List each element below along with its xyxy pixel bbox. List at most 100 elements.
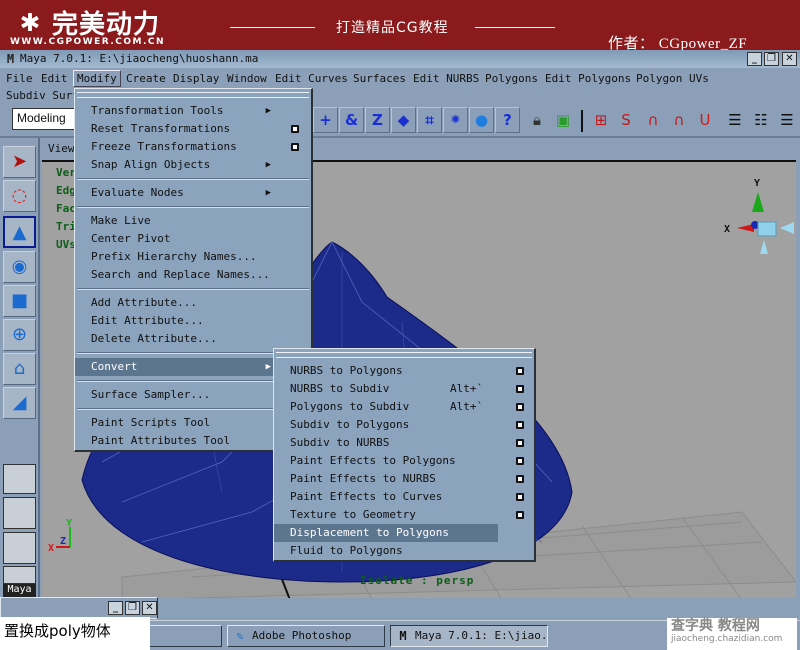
modify-menu-item[interactable]: Edit Attribute... (75, 312, 311, 330)
option-box-icon[interactable] (516, 457, 524, 465)
modify-menu-item[interactable]: Transformation Tools ▶ (75, 102, 311, 120)
menu-item-label: Fluid to Polygons (290, 544, 403, 557)
logo-url: WWW.CGPOWER.COM.CN (10, 37, 166, 47)
single-view-layout-button[interactable] (3, 464, 36, 494)
channel-box-icon[interactable]: ☰ (724, 109, 746, 131)
menu-create[interactable]: Create (123, 71, 169, 86)
convert-menu-item[interactable]: Subdiv to Polygons (274, 416, 534, 434)
snap-grid-icon[interactable]: ⌗ (417, 107, 442, 133)
panel-menu-view[interactable]: View (48, 142, 75, 155)
magnet-grid-icon[interactable]: ⊞ (590, 109, 612, 131)
show-manipulator-icon[interactable]: ◢ (3, 387, 36, 419)
option-box-icon[interactable] (516, 385, 524, 393)
option-box-icon[interactable] (516, 475, 524, 483)
tear-off-handle[interactable] (276, 352, 532, 358)
lock-icon[interactable]: 🔒︎ (526, 109, 548, 131)
snap-curve-icon[interactable]: & (339, 107, 364, 133)
modify-menu-item[interactable]: Delete Attribute... (75, 330, 311, 348)
option-box-icon[interactable] (516, 493, 524, 501)
plus-icon[interactable]: + (313, 107, 338, 133)
menu-subdiv-surfaces[interactable]: Subdiv Surf (3, 88, 82, 103)
menu-item-label: Prefix Hierarchy Names... (91, 250, 257, 263)
convert-menu-item[interactable]: Polygons to Subdiv Alt+` (274, 398, 534, 416)
convert-menu-item[interactable]: Paint Effects to NURBS (274, 470, 534, 488)
rotate-tool-icon[interactable]: ◉ (3, 251, 36, 283)
tutorial-banner: ✱ 完美动力 WWW.CGPOWER.COM.CN 打造精品CG教程 作者： C… (0, 0, 800, 52)
snap-point-icon[interactable]: Z (365, 107, 390, 133)
convert-menu-item[interactable]: Paint Effects to Curves (274, 488, 534, 506)
mini-close-button[interactable]: ✕ (142, 601, 157, 615)
magnet-surface-icon[interactable]: ∩ (668, 109, 690, 131)
light-icon[interactable]: ✺ (443, 107, 468, 133)
menu-edit-polygons[interactable]: Edit Polygons (542, 71, 634, 86)
sphere-icon[interactable]: ● (469, 107, 494, 133)
menu-surfaces[interactable]: Surfaces (350, 71, 409, 86)
mini-restore-button[interactable]: ❐ (125, 601, 140, 615)
menu-polygons[interactable]: Polygons (482, 71, 541, 86)
window-titlebar: M Maya 7.0.1: E:\jiaocheng\huoshann.ma _… (0, 50, 800, 68)
snap-surface-icon[interactable]: ◆ (391, 107, 416, 133)
persp-layout-button[interactable] (3, 566, 36, 584)
modify-menu-item[interactable]: Reset Transformations (75, 120, 311, 138)
tear-off-handle[interactable] (77, 92, 309, 98)
convert-menu-item[interactable]: NURBS to Subdiv Alt+` (274, 380, 534, 398)
convert-menu-item[interactable]: NURBS to Polygons (274, 362, 534, 380)
maya-logo: Maya (3, 584, 36, 598)
tool-settings-icon[interactable]: ☰ (776, 109, 798, 131)
mode-selector[interactable]: Modeling (12, 108, 76, 130)
move-tool-icon[interactable]: ▲ (3, 216, 36, 248)
option-box-icon[interactable] (516, 403, 524, 411)
convert-menu-item[interactable]: Texture to Geometry (274, 506, 534, 524)
menu-edit-nurbs[interactable]: Edit NURBS (410, 71, 482, 86)
option-box-icon[interactable] (516, 439, 524, 447)
attribute-editor-icon[interactable]: ☷ (750, 109, 772, 131)
help-icon[interactable]: ? (495, 107, 520, 133)
menu-polygon-uvs[interactable]: Polygon UVs (633, 71, 712, 86)
taskbar-item-maya[interactable]: M Maya 7.0.1: E:\jiao... (390, 625, 548, 647)
convert-menu-item[interactable]: Fluid to Polygons (274, 542, 534, 560)
view-cube[interactable]: Y X (724, 178, 794, 254)
menu-file[interactable]: File (3, 71, 36, 86)
select-box-icon[interactable]: ▣ (552, 109, 574, 131)
universal-manipulator-icon[interactable]: ⊕ (3, 319, 36, 351)
scale-tool-icon[interactable]: ■ (3, 285, 36, 317)
four-view-layout-button[interactable] (3, 497, 36, 529)
option-box-icon[interactable] (291, 125, 299, 133)
minimized-window[interactable]: _ ❐ ✕ (0, 597, 158, 619)
menu-item-label: Snap Align Objects (91, 158, 211, 171)
taskbar-item-photoshop[interactable]: ✎ Adobe Photoshop (227, 625, 385, 647)
menu-modify[interactable]: Modify (73, 70, 121, 87)
lasso-tool-icon[interactable]: ◌ (3, 180, 36, 212)
minimize-button[interactable]: _ (747, 52, 762, 66)
modify-menu-item[interactable]: Center Pivot (75, 230, 311, 248)
restore-button[interactable]: ❐ (764, 52, 779, 66)
option-box-icon[interactable] (516, 421, 524, 429)
magnet-curve-icon[interactable]: S (615, 109, 637, 131)
mini-minimize-button[interactable]: _ (108, 601, 123, 615)
convert-menu-item[interactable]: Subdiv to NURBS (274, 434, 534, 452)
magnet-point-icon[interactable]: ∩ (642, 109, 664, 131)
menu-edit[interactable]: Edit (38, 71, 71, 86)
shortcut-label: Alt+` (450, 400, 484, 413)
convert-menu-item[interactable]: Paint Effects to Polygons (274, 452, 534, 470)
modify-menu-item[interactable]: Snap Align Objects ▶ (75, 156, 311, 174)
menu-edit-curves[interactable]: Edit Curves (272, 71, 351, 86)
menu-window[interactable]: Window (224, 71, 270, 86)
convert-menu-item[interactable]: Displacement to Polygons (274, 524, 498, 542)
view-cube-box (757, 221, 777, 237)
modify-menu-item[interactable]: Search and Replace Names... (75, 266, 311, 284)
select-tool-icon[interactable]: ➤ (3, 146, 36, 178)
menu-display[interactable]: Display (170, 71, 222, 86)
outliner-layout-button[interactable] (3, 532, 36, 564)
modify-menu-item[interactable]: Freeze Transformations (75, 138, 311, 156)
modify-menu-item[interactable]: Add Attribute... (75, 294, 311, 312)
option-box-icon[interactable] (516, 511, 524, 519)
close-button[interactable]: ✕ (782, 52, 797, 66)
modify-menu-item[interactable]: Prefix Hierarchy Names... (75, 248, 311, 266)
magnet-icon[interactable]: U (694, 109, 716, 131)
option-box-icon[interactable] (291, 143, 299, 151)
soft-mod-tool-icon[interactable]: ⌂ (3, 353, 36, 385)
option-box-icon[interactable] (516, 367, 524, 375)
modify-menu-item[interactable]: Evaluate Nodes ▶ (75, 184, 311, 202)
modify-menu-item[interactable]: Make Live (75, 212, 311, 230)
